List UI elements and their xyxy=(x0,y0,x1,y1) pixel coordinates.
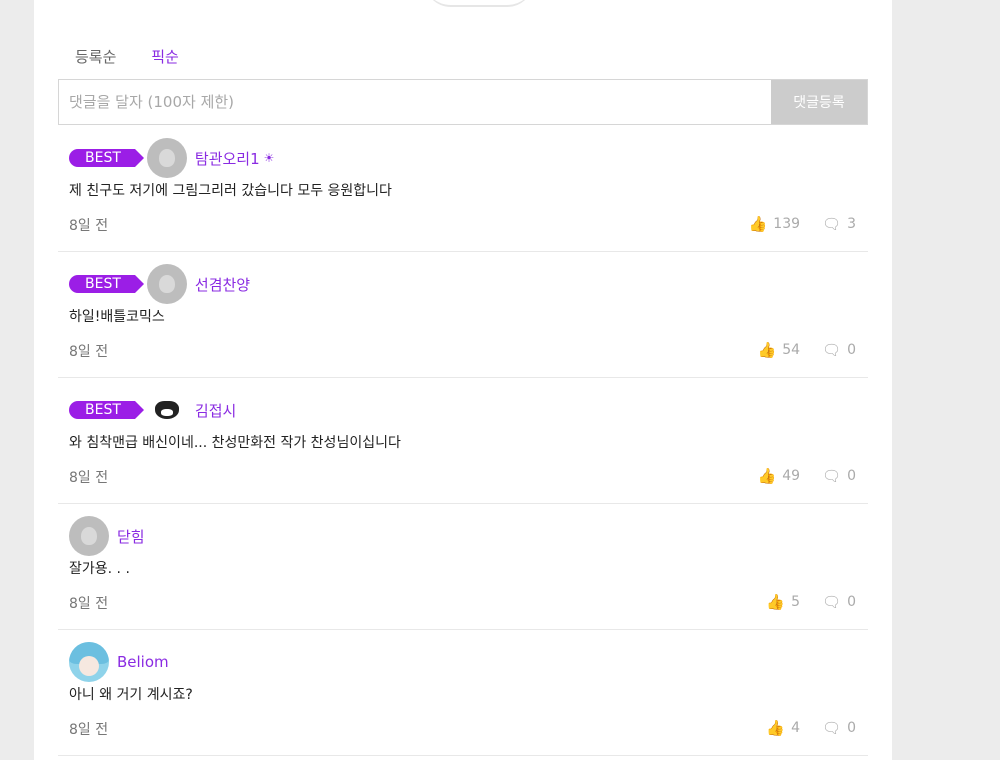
sort-tab-registered[interactable]: 등록순 xyxy=(75,46,116,67)
avatar[interactable] xyxy=(69,642,109,682)
reply-count: 0 xyxy=(847,468,856,484)
comment-item: BEST 탐관오리1 ☀ 제 친구도 저기에 그림그리러 갔습니다 모두 응원합… xyxy=(58,126,868,252)
comment-list: BEST 탐관오리1 ☀ 제 친구도 저기에 그림그리러 갔습니다 모두 응원합… xyxy=(58,126,868,756)
comment-bubble-icon[interactable]: 🗨 xyxy=(822,593,841,611)
username[interactable]: 선겸찬양 xyxy=(195,274,250,295)
avatar-face xyxy=(79,656,99,676)
comment-time: 8일 전 xyxy=(69,722,109,738)
comment-text: 제 친구도 저기에 그림그리러 갔습니다 모두 응원합니다 xyxy=(69,183,392,199)
profile-avatar-edge xyxy=(424,0,534,7)
like-count: 4 xyxy=(791,720,801,736)
thumbs-up-icon[interactable]: 👍 xyxy=(758,341,777,359)
thumbs-up-icon[interactable]: 👍 xyxy=(758,467,777,485)
best-badge: BEST xyxy=(69,401,144,419)
duck-icon xyxy=(158,275,175,293)
comment-bubble-icon[interactable]: 🗨 xyxy=(822,215,841,233)
avatar[interactable] xyxy=(146,138,187,178)
sort-tab-pick[interactable]: 픽순 xyxy=(151,46,179,67)
username[interactable]: Beliom xyxy=(117,653,169,671)
thumbs-up-icon[interactable]: 👍 xyxy=(766,593,785,611)
like-count: 49 xyxy=(782,468,801,484)
comment-time: 8일 전 xyxy=(69,596,109,612)
comment-text: 하일!배틀코믹스 xyxy=(69,309,165,325)
duck-icon xyxy=(158,149,175,167)
comment-time: 8일 전 xyxy=(69,470,109,486)
reply-count: 0 xyxy=(847,594,856,610)
like-count: 139 xyxy=(773,216,801,232)
comment-bubble-icon[interactable]: 🗨 xyxy=(822,341,841,359)
like-count: 54 xyxy=(782,342,801,358)
comment-item: BEST 선겸찬양 하일!배틀코믹스 8일 전 👍 54 🗨 0 xyxy=(58,252,868,378)
comment-time: 8일 전 xyxy=(69,218,109,234)
comment-input[interactable] xyxy=(59,80,771,124)
comment-text: 아니 왜 거기 계시죠? xyxy=(69,687,193,703)
comments-panel: 등록순 픽순 댓글등록 BEST 탐관오리1 ☀ 제 친구도 저기에 그림그리러… xyxy=(34,0,892,760)
username[interactable]: 닫힘 xyxy=(117,526,145,547)
username[interactable]: 탐관오리1 xyxy=(195,148,260,169)
best-badge: BEST xyxy=(69,275,144,293)
duck-icon xyxy=(81,527,97,545)
cat-icon xyxy=(154,401,179,419)
comment-form: 댓글등록 xyxy=(58,79,868,125)
avatar[interactable] xyxy=(146,264,187,304)
username[interactable]: 김접시 xyxy=(195,400,236,421)
avatar[interactable] xyxy=(69,516,109,556)
comment-item: 닫힘 잘가용. . . 8일 전 👍 5 🗨 0 xyxy=(58,504,868,630)
comment-text: 와 침착맨급 배신이네... 찬성만화전 작가 찬성님이십니다 xyxy=(69,435,401,451)
comment-text: 잘가용. . . xyxy=(69,561,130,577)
avatar[interactable] xyxy=(146,390,187,430)
comment-item: BEST 김접시 와 침착맨급 배신이네... 찬성만화전 작가 찬성님이십니다… xyxy=(58,378,868,504)
reply-count: 3 xyxy=(847,216,856,232)
comment-bubble-icon[interactable]: 🗨 xyxy=(822,467,841,485)
reply-count: 0 xyxy=(847,720,856,736)
lock-icon: ☀ xyxy=(263,151,275,165)
like-count: 5 xyxy=(791,594,801,610)
thumbs-up-icon[interactable]: 👍 xyxy=(766,719,785,737)
best-badge: BEST xyxy=(69,149,144,167)
comment-item: Beliom 아니 왜 거기 계시죠? 8일 전 👍 4 🗨 0 xyxy=(58,630,868,756)
comment-bubble-icon[interactable]: 🗨 xyxy=(822,719,841,737)
thumbs-up-icon[interactable]: 👍 xyxy=(749,215,768,233)
sort-tabs: 등록순 픽순 xyxy=(75,46,209,67)
comment-time: 8일 전 xyxy=(69,344,109,360)
reply-count: 0 xyxy=(847,342,856,358)
submit-comment-button[interactable]: 댓글등록 xyxy=(771,80,867,124)
